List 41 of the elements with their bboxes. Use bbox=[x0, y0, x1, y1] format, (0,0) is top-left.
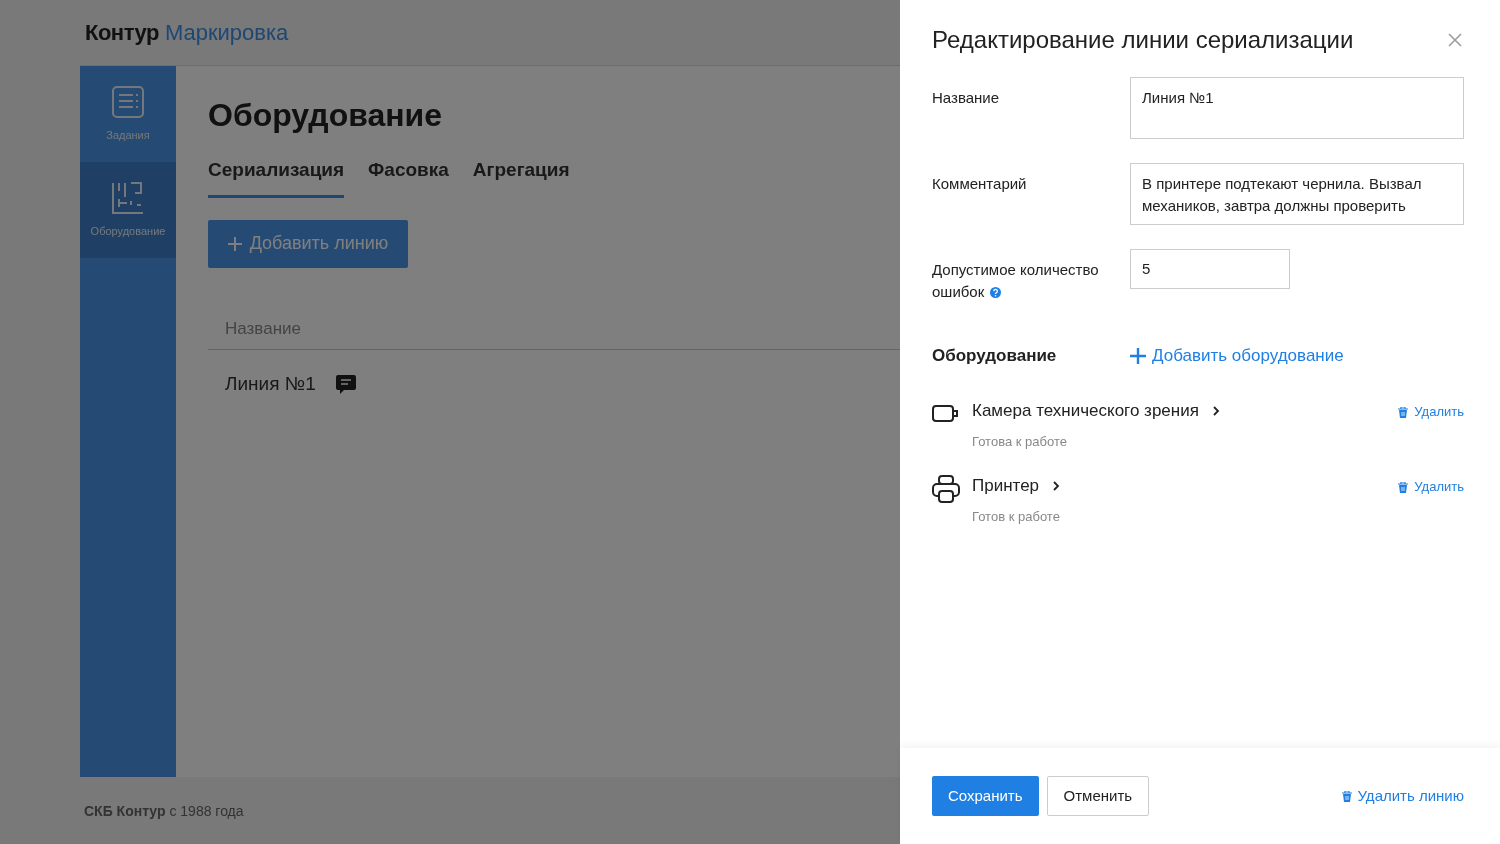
add-line-button[interactable]: Добавить линию bbox=[208, 219, 408, 268]
tab[interactable]: Агрегация bbox=[472, 156, 570, 198]
tab[interactable]: Сериализация bbox=[208, 156, 345, 198]
field-label: Комментарий bbox=[932, 173, 1028, 194]
text-field[interactable]: В принтере подтекают чернила. Вызвал механиков, завтра должны проверить bbox=[1130, 162, 1464, 225]
close-icon bbox=[1448, 33, 1462, 48]
help-icon bbox=[990, 287, 1002, 299]
comment-icon bbox=[335, 375, 356, 395]
list-icon bbox=[111, 84, 145, 119]
add-equipment-link[interactable]: Добавить оборудование bbox=[1130, 342, 1344, 369]
text-field[interactable]: Линия №1 bbox=[1130, 76, 1464, 139]
camera-icon bbox=[932, 402, 959, 424]
delete-link[interactable]: Удалить bbox=[1398, 402, 1464, 422]
chevron-right-icon bbox=[1053, 481, 1061, 492]
number-field[interactable]: 5 bbox=[1130, 248, 1290, 289]
plus-icon bbox=[227, 236, 242, 251]
printer-icon bbox=[932, 475, 960, 504]
product-name: Маркировка bbox=[164, 19, 289, 47]
status-text: Готов к работе bbox=[972, 507, 1061, 526]
sidebar-item[interactable]: Оборудование bbox=[80, 162, 176, 258]
trash-icon bbox=[1341, 790, 1352, 802]
delete-link[interactable]: Удалить bbox=[1398, 477, 1464, 497]
chevron-right-icon bbox=[1212, 406, 1220, 417]
delete-line-link[interactable]: Удалить линию bbox=[1341, 784, 1464, 808]
grid-icon bbox=[111, 180, 145, 215]
tab[interactable]: Фасовка bbox=[368, 156, 449, 198]
panel-title: Редактирование линии сериализации bbox=[932, 26, 1354, 55]
save-button[interactable]: Сохранить bbox=[932, 776, 1039, 816]
field-label: Допустимое количество ошибок bbox=[932, 259, 1100, 302]
trash-icon bbox=[1398, 406, 1409, 418]
brand-name: Контур bbox=[85, 19, 159, 47]
page-title: Оборудование bbox=[208, 96, 443, 135]
field-label: Название bbox=[932, 87, 1001, 108]
status-text: Готова к работе bbox=[972, 432, 1068, 451]
equipment-link[interactable]: Принтер bbox=[972, 473, 1061, 499]
equipment-link[interactable]: Камера технического зрения bbox=[972, 398, 1220, 424]
trash-icon bbox=[1398, 481, 1409, 493]
plus-icon bbox=[1130, 347, 1146, 364]
footer-text: СКБ Контур с 1988 года bbox=[84, 802, 244, 821]
table-cell-text: Линия №1 bbox=[225, 372, 316, 397]
cancel-button[interactable]: Отменить bbox=[1046, 776, 1150, 816]
